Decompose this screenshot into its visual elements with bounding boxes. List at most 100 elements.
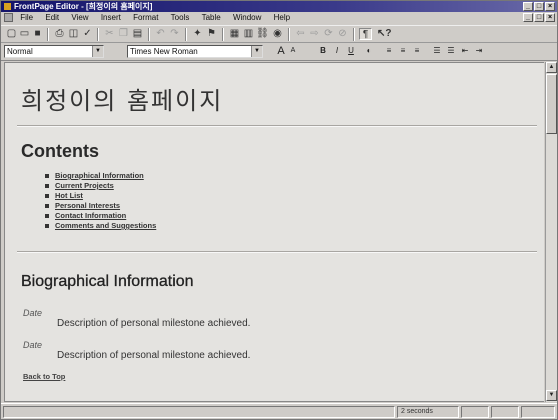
menu-edit[interactable]: Edit: [40, 12, 64, 24]
menu-file[interactable]: File: [15, 12, 38, 24]
document-icon[interactable]: [4, 13, 13, 23]
status-panel: [491, 406, 519, 418]
forward-icon[interactable]: ⇨: [308, 28, 321, 40]
align-right-icon[interactable]: ≡: [411, 45, 423, 57]
app-icon[interactable]: [4, 3, 11, 10]
toolbar-separator: [185, 28, 187, 41]
doc-restore-button[interactable]: □: [534, 13, 544, 22]
doc-close-button[interactable]: ×: [545, 13, 555, 22]
toolbar-separator: [97, 28, 99, 41]
horizontal-rule: [17, 251, 537, 253]
menu-insert[interactable]: Insert: [96, 12, 126, 24]
contents-list: Biographical Information Current Project…: [45, 171, 156, 231]
chevron-down-icon[interactable]: ▼: [251, 46, 262, 57]
close-button[interactable]: ×: [545, 2, 555, 11]
menu-view[interactable]: View: [66, 12, 93, 24]
status-panel: [521, 406, 555, 418]
toolbar-separator: [288, 28, 290, 41]
spelling-icon[interactable]: ✓: [81, 28, 94, 40]
font-value: Times New Roman: [130, 47, 198, 56]
status-panel: [461, 406, 489, 418]
link-icon[interactable]: ⛓: [256, 28, 269, 40]
contents-link-projects[interactable]: Current Projects: [45, 181, 156, 191]
refresh-icon[interactable]: ⟳: [322, 28, 335, 40]
webbot-icon[interactable]: ✦: [191, 28, 204, 40]
contents-link-hotlist[interactable]: Hot List: [45, 191, 156, 201]
numbered-list-icon[interactable]: ☰: [431, 45, 443, 57]
contents-link-interests[interactable]: Personal Interests: [45, 201, 156, 211]
underline-button[interactable]: U: [345, 45, 357, 57]
window-controls: _ □ ×: [523, 2, 555, 11]
help-icon[interactable]: ↖?: [377, 28, 392, 40]
menu-bar: File Edit View Insert Format Tools Table…: [1, 12, 557, 24]
standard-toolbar: ▢ ▭ ■ ⎙ ◫ ✓ ✂ ❐ ▤ ↶ ↷ ✦ ⚑ ▦ ▥ ⛓ ◉ ⇦ ⇨ ⟳ …: [1, 25, 557, 43]
maximize-button[interactable]: □: [534, 2, 544, 11]
entry-date: Date: [23, 340, 43, 350]
contents-heading: Contents: [21, 141, 99, 161]
back-icon[interactable]: ⇦: [294, 28, 307, 40]
table-icon[interactable]: ▦: [228, 28, 241, 40]
increase-indent-icon[interactable]: ⇥: [473, 45, 485, 57]
decrease-font-size-button[interactable]: A: [288, 45, 298, 57]
minimize-button[interactable]: _: [523, 2, 533, 11]
status-message-panel: [3, 406, 395, 418]
title-bar: FrontPage Editor - [희정이의 홈페이지] _ □ ×: [1, 1, 557, 12]
status-load-time: 2 seconds: [397, 406, 459, 418]
redo-icon[interactable]: ↷: [168, 28, 181, 40]
save-icon[interactable]: ■: [31, 28, 44, 40]
globe-icon[interactable]: ◉: [271, 28, 284, 40]
align-center-icon[interactable]: ≡: [397, 45, 409, 57]
doc-minimize-button[interactable]: _: [523, 13, 533, 22]
show-paragraph-icon[interactable]: ¶: [359, 28, 372, 40]
menu-help[interactable]: Help: [269, 12, 295, 24]
horizontal-rule: [17, 125, 537, 127]
scroll-down-icon[interactable]: ▼: [546, 390, 557, 401]
vertical-scrollbar[interactable]: ▲ ▼: [545, 62, 557, 402]
copy-icon[interactable]: ❐: [117, 28, 130, 40]
entry-description: Description of personal milestone achiev…: [57, 350, 251, 361]
document-window-controls: _ □ ×: [523, 13, 555, 22]
menu-format[interactable]: Format: [128, 12, 163, 24]
document-area[interactable]: 희정이의 홈페이지 Contents Biographical Informat…: [4, 62, 544, 402]
contents-link-comments[interactable]: Comments and Suggestions: [45, 221, 156, 231]
toolbar-separator: [353, 28, 355, 41]
scroll-up-icon[interactable]: ▲: [546, 62, 557, 73]
contents-link-contact[interactable]: Contact Information: [45, 211, 156, 221]
menu-window[interactable]: Window: [228, 12, 266, 24]
form-field-icon[interactable]: ⚑: [205, 28, 218, 40]
toolbar-separator: [47, 28, 49, 41]
entry-description: Description of personal milestone achiev…: [57, 318, 251, 329]
contents-link-biographical[interactable]: Biographical Information: [45, 171, 156, 181]
cut-icon[interactable]: ✂: [103, 28, 116, 40]
toolbar-separator: [222, 28, 224, 41]
style-dropdown[interactable]: Normal ▼: [4, 45, 104, 58]
align-left-icon[interactable]: ≡: [383, 45, 395, 57]
new-icon[interactable]: ▢: [5, 28, 18, 40]
open-icon[interactable]: ▭: [18, 28, 31, 40]
back-to-top-link[interactable]: Back to Top: [23, 372, 65, 381]
entry-date: Date: [23, 308, 43, 318]
bold-button[interactable]: B: [317, 45, 329, 57]
image-icon[interactable]: ▥: [242, 28, 255, 40]
decrease-indent-icon[interactable]: ⇤: [459, 45, 471, 57]
italic-button[interactable]: I: [331, 45, 343, 57]
toolbar-separator: [148, 28, 150, 41]
format-toolbar: Normal ▼ Times New Roman ▼ A A B I U ◐ ≡…: [1, 43, 557, 61]
bulleted-list-icon[interactable]: ☰: [445, 45, 457, 57]
print-icon[interactable]: ⎙: [53, 28, 66, 40]
text-color-icon[interactable]: ◐: [363, 45, 375, 57]
paste-icon[interactable]: ▤: [131, 28, 144, 40]
window-title: FrontPage Editor - [희정이의 홈페이지]: [14, 2, 153, 11]
menu-table[interactable]: Table: [197, 12, 226, 24]
menu-tools[interactable]: Tools: [166, 12, 195, 24]
increase-font-size-button[interactable]: A: [275, 45, 287, 57]
chevron-down-icon[interactable]: ▼: [92, 46, 103, 57]
scroll-thumb[interactable]: [546, 74, 557, 134]
stop-icon[interactable]: ⊘: [336, 28, 349, 40]
font-dropdown[interactable]: Times New Roman ▼: [127, 45, 263, 58]
bio-heading: Biographical Information: [21, 273, 194, 290]
print-preview-icon[interactable]: ◫: [67, 28, 80, 40]
undo-icon[interactable]: ↶: [154, 28, 167, 40]
style-value: Normal: [7, 47, 33, 56]
page-title: 희정이의 홈페이지: [21, 87, 224, 115]
